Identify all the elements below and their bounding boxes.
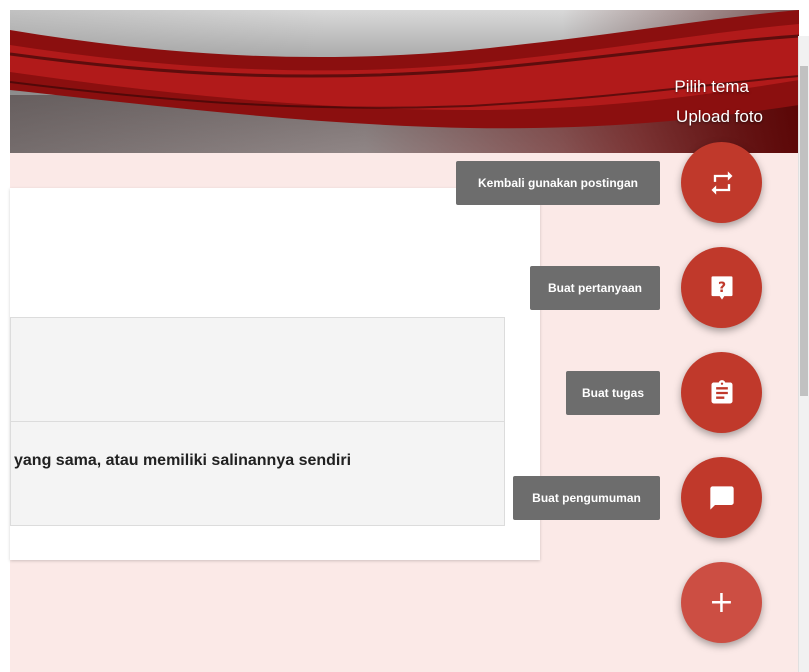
scrollbar[interactable]: [798, 36, 809, 672]
create-announcement-button[interactable]: [681, 457, 762, 538]
upload-photo-link[interactable]: Upload foto: [676, 107, 763, 127]
create-assignment-button[interactable]: [681, 352, 762, 433]
announcement-icon: [709, 485, 734, 510]
create-button[interactable]: +: [681, 562, 762, 643]
reuse-option-2-text: yang sama, atau memiliki salinannya send…: [14, 452, 352, 469]
reuse-option-2[interactable]: yang sama, atau memiliki salinannya send…: [10, 421, 505, 526]
create-question-button[interactable]: ?: [681, 247, 762, 328]
plus-icon: +: [708, 584, 735, 620]
reuse-post-button[interactable]: [681, 142, 762, 223]
assignment-icon: [711, 379, 732, 403]
question-icon: ?: [711, 275, 732, 300]
tooltip-create-question: Buat pertanyaan: [530, 266, 660, 310]
repeat-icon: [711, 170, 732, 195]
scrollbar-thumb[interactable]: [800, 66, 808, 396]
tooltip-create-announcement: Buat pengumuman: [513, 476, 660, 520]
tooltip-create-assignment: Buat tugas: [566, 371, 660, 415]
svg-text:?: ?: [717, 280, 725, 296]
choose-theme-link[interactable]: Pilih tema: [674, 77, 749, 97]
class-banner: Pilih tema Upload foto: [10, 10, 799, 153]
reuse-option-1[interactable]: [10, 317, 505, 423]
top-strip: [0, 0, 809, 10]
tooltip-reuse-post: Kembali gunakan postingan: [456, 161, 660, 205]
